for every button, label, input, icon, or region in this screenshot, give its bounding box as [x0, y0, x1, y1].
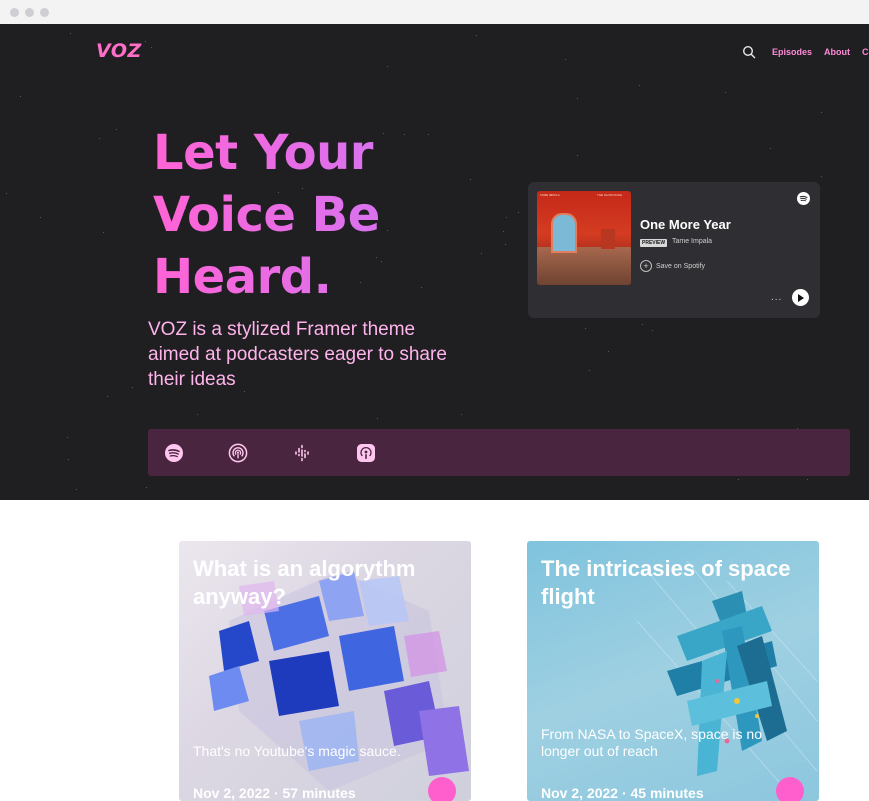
spotify-logo-icon[interactable]: [797, 192, 810, 205]
album-title-text: THE SLOW RUSH: [597, 193, 623, 197]
browser-chrome: [0, 0, 869, 25]
episode-title[interactable]: What is an algorythm anyway?: [193, 555, 458, 611]
episode-play-button[interactable]: [428, 777, 456, 801]
star-dot: [67, 437, 68, 438]
google-podcasts-icon[interactable]: [292, 443, 312, 463]
nav-about-link[interactable]: About: [824, 47, 850, 57]
star-dot: [146, 487, 147, 488]
star-dot: [608, 351, 609, 352]
star-dot: [197, 414, 198, 415]
hero-headline: Let Your Voice Be Heard.: [153, 122, 513, 308]
artist-name[interactable]: Tame Impala: [672, 238, 712, 245]
track-title[interactable]: One More Year: [640, 217, 731, 232]
star-dot: [770, 148, 771, 149]
star-dot: [132, 387, 133, 388]
star-dot: [565, 59, 566, 60]
headline-line-3: Heard.: [153, 249, 332, 305]
star-dot: [518, 212, 519, 213]
minimize-window-dot[interactable]: [25, 8, 34, 17]
nav-episodes-link[interactable]: Episodes: [772, 47, 812, 57]
album-doorway: [601, 229, 615, 249]
top-nav: Episodes About Co: [742, 44, 869, 60]
star-dot: [103, 232, 104, 233]
episode-title[interactable]: The intricasies of space flight: [541, 555, 806, 611]
hero-subtitle: VOZ is a stylized Framer theme aimed at …: [148, 319, 447, 390]
star-dot: [639, 85, 640, 86]
episodes-section: What is an algorythm anyway? That's no Y…: [0, 500, 869, 801]
star-dot: [70, 33, 71, 34]
preview-badge: PREVIEW: [640, 239, 668, 247]
star-dot: [76, 489, 77, 490]
star-dot: [725, 92, 726, 93]
more-options-button[interactable]: ...: [771, 292, 782, 303]
apple-podcasts-icon[interactable]: [356, 443, 376, 463]
star-dot: [585, 328, 586, 329]
hero-section: VOZ Episodes About Co Let Your Voice Be …: [0, 24, 869, 500]
play-button[interactable]: [792, 289, 809, 306]
headline-line-1: Let Your: [153, 125, 373, 181]
star-dot: [68, 459, 69, 460]
headline-line-2: Voice Be: [153, 187, 380, 243]
star-dot: [107, 396, 108, 397]
maximize-window-dot[interactable]: [40, 8, 49, 17]
album-cover[interactable]: TAME IMPALA THE SLOW RUSH: [537, 191, 631, 285]
star-dot: [577, 98, 578, 99]
save-on-spotify-button[interactable]: + Save on Spotify: [640, 260, 705, 272]
star-dot: [145, 41, 146, 42]
star-dot: [589, 370, 590, 371]
star-dot: [151, 47, 152, 48]
episode-play-button[interactable]: [776, 777, 804, 801]
star-dot: [642, 324, 643, 325]
episode-card[interactable]: The intricasies of space flight From NAS…: [527, 541, 819, 801]
platform-links-bar: [148, 429, 850, 476]
star-dot: [807, 479, 808, 480]
star-dot: [821, 112, 822, 113]
episode-meta: Nov 2, 2022 · 45 minutes: [541, 785, 704, 801]
spotify-embed-player: TAME IMPALA THE SLOW RUSH One More Year …: [528, 182, 820, 318]
star-dot: [821, 176, 822, 177]
star-dot: [738, 479, 739, 480]
episode-description: From NASA to SpaceX, space is no longer …: [541, 726, 762, 759]
star-dot: [652, 330, 653, 331]
add-circle-icon: +: [640, 260, 652, 272]
episode-meta: Nov 2, 2022 · 57 minutes: [193, 785, 356, 801]
episode-description: That's no Youtube's magic sauce.: [193, 743, 401, 759]
star-dot: [99, 138, 100, 139]
star-dot: [577, 155, 578, 156]
star-dot: [461, 414, 462, 415]
star-dot: [116, 129, 117, 130]
save-label: Save on Spotify: [656, 262, 706, 270]
spotify-icon[interactable]: [164, 443, 184, 463]
close-window-dot[interactable]: [10, 8, 19, 17]
podcast-broadcast-icon[interactable]: [228, 443, 248, 463]
nav-contact-link[interactable]: Co: [862, 47, 869, 57]
star-dot: [377, 418, 378, 419]
star-dot: [40, 217, 41, 218]
star-dot: [6, 193, 7, 194]
star-dot: [20, 96, 21, 97]
episode-card[interactable]: What is an algorythm anyway? That's no Y…: [179, 541, 471, 801]
album-artist-text: TAME IMPALA: [540, 193, 560, 197]
logo[interactable]: VOZ: [96, 40, 142, 62]
star-dot: [476, 35, 477, 36]
search-icon[interactable]: [742, 45, 756, 59]
star-dot: [387, 66, 388, 67]
album-window: [551, 213, 577, 253]
